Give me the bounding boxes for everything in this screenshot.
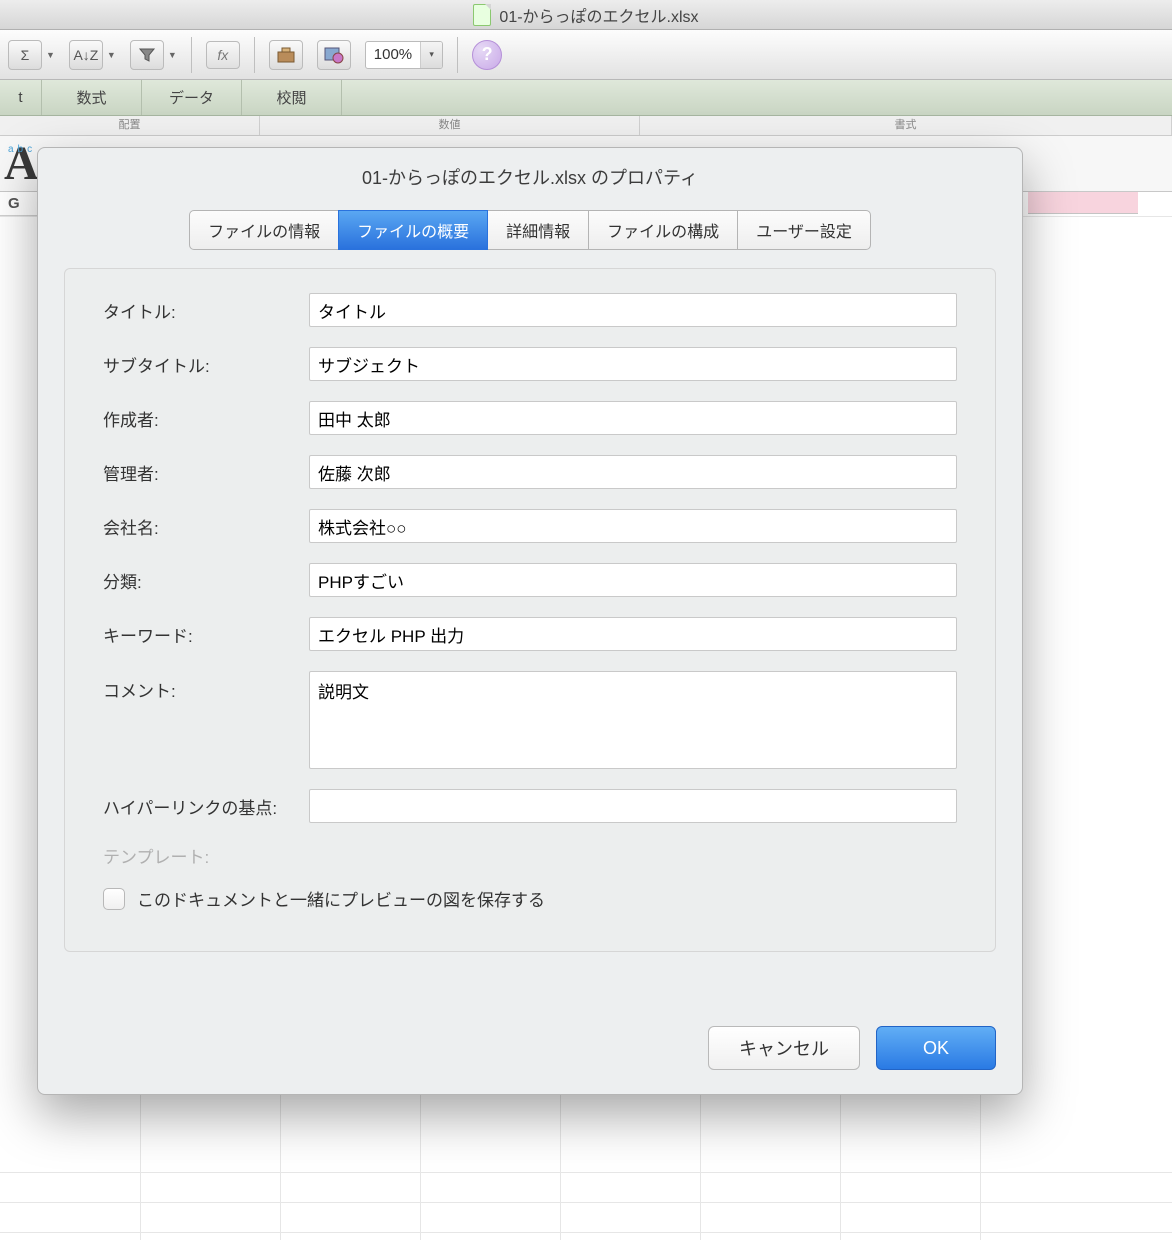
ribbon-tab-data[interactable]: データ <box>142 80 242 115</box>
hyperlink-input[interactable] <box>309 789 957 823</box>
keywords-input[interactable] <box>309 617 957 651</box>
author-label: 作成者: <box>103 406 309 431</box>
properties-dialog: 01-からっぽのエクセル.xlsx のプロパティ ファイルの情報 ファイルの概要… <box>37 147 1023 1095</box>
toolbar: Σ ▼ A↓Z ▼ ▼ fx <box>0 30 1172 80</box>
media-icon <box>324 46 344 64</box>
filter-button[interactable]: ▼ <box>130 40 177 70</box>
zoom-value: 100% <box>366 46 420 63</box>
author-input[interactable] <box>309 401 957 435</box>
hyperlink-label: ハイパーリンクの基点: <box>103 794 309 819</box>
ribbon-group-alignment: 配置 <box>0 116 260 135</box>
media-button[interactable] <box>317 40 351 70</box>
ribbon-subgroup: 配置 数値 書式 <box>0 116 1172 136</box>
help-button[interactable]: ? <box>472 40 502 70</box>
chevron-down-icon: ▼ <box>168 50 177 60</box>
separator <box>254 37 255 73</box>
window-titlebar: 01-からっぽのエクセル.xlsx <box>0 0 1172 30</box>
separator <box>191 37 192 73</box>
window-title: 01-からっぽのエクセル.xlsx <box>499 3 698 27</box>
tab-user-settings[interactable]: ユーザー設定 <box>737 210 871 250</box>
keywords-label: キーワード: <box>103 622 309 647</box>
title-input[interactable] <box>309 293 957 327</box>
preview-checkbox[interactable] <box>103 888 125 910</box>
sort-button[interactable]: A↓Z ▼ <box>69 40 116 70</box>
selected-column-header[interactable] <box>1028 192 1138 214</box>
ribbon-tab-review[interactable]: 校閲 <box>242 80 342 115</box>
dialog-tabs: ファイルの情報 ファイルの概要 詳細情報 ファイルの構成 ユーザー設定 <box>38 210 1022 250</box>
template-label: テンプレート: <box>103 843 957 868</box>
dialog-title: 01-からっぽのエクセル.xlsx のプロパティ <box>38 148 1022 210</box>
category-label: 分類: <box>103 568 309 593</box>
abc-icon: abc <box>8 144 36 155</box>
funnel-icon <box>138 46 156 64</box>
toolbox-button[interactable] <box>269 40 303 70</box>
ribbon-tab-0[interactable]: t <box>0 80 42 115</box>
ribbon-tabs: t 数式 データ 校閲 <box>0 80 1172 116</box>
tab-file-info[interactable]: ファイルの情報 <box>189 210 339 250</box>
category-input[interactable] <box>309 563 957 597</box>
subtitle-input[interactable] <box>309 347 957 381</box>
file-icon <box>473 4 491 26</box>
autosum-button[interactable]: Σ ▼ <box>8 40 55 70</box>
form-panel: タイトル: サブタイトル: 作成者: 管理者: 会社名: 分類: キーワード: <box>64 268 996 952</box>
zoom-dropdown-button[interactable]: ▾ <box>420 42 442 68</box>
tab-file-summary[interactable]: ファイルの概要 <box>338 210 488 250</box>
cancel-button[interactable]: キャンセル <box>708 1026 860 1070</box>
help-icon: ? <box>482 44 493 65</box>
chevron-down-icon: ▼ <box>107 50 116 60</box>
subtitle-label: サブタイトル: <box>103 352 309 377</box>
tab-file-structure[interactable]: ファイルの構成 <box>588 210 738 250</box>
company-label: 会社名: <box>103 514 309 539</box>
zoom-selector[interactable]: 100% ▾ <box>365 41 443 69</box>
ribbon-group-format: 書式 <box>640 116 1172 135</box>
comment-label: コメント: <box>103 671 309 702</box>
ok-button[interactable]: OK <box>876 1026 996 1070</box>
fx-button[interactable]: fx <box>206 41 240 69</box>
separator <box>457 37 458 73</box>
toolbox-icon <box>276 46 296 64</box>
preview-checkbox-label: このドキュメントと一緒にプレビューの図を保存する <box>137 886 545 911</box>
sigma-icon: Σ <box>21 47 30 63</box>
ribbon-group-number: 数値 <box>260 116 640 135</box>
company-input[interactable] <box>309 509 957 543</box>
manager-label: 管理者: <box>103 460 309 485</box>
tab-detail-info[interactable]: 詳細情報 <box>487 210 589 250</box>
ribbon-tab-formula[interactable]: 数式 <box>42 80 142 115</box>
title-label: タイトル: <box>103 298 309 323</box>
manager-input[interactable] <box>309 455 957 489</box>
sort-icon: A↓Z <box>73 47 98 63</box>
chevron-down-icon: ▼ <box>46 50 55 60</box>
fx-icon: fx <box>217 47 228 63</box>
comment-textarea[interactable] <box>309 671 957 769</box>
